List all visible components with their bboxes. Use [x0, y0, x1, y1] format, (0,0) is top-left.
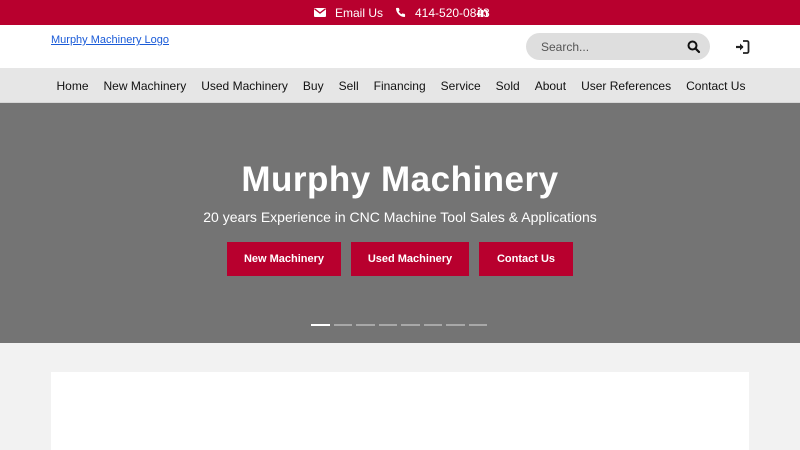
content-card [51, 372, 749, 450]
slider-dot-7[interactable] [446, 324, 465, 326]
nav-item-used-machinery[interactable]: Used Machinery [194, 68, 296, 103]
linkedin-label: in [477, 5, 489, 20]
nav-item-buy[interactable]: Buy [295, 68, 331, 103]
search-input[interactable] [526, 33, 676, 60]
nav-item-user-references[interactable]: User References [574, 68, 679, 103]
envelope-icon [314, 8, 326, 17]
slider-dot-6[interactable] [423, 324, 442, 326]
slider-dots [311, 324, 487, 326]
nav-item-about[interactable]: About [527, 68, 573, 103]
nav-item-service[interactable]: Service [433, 68, 488, 103]
slider-dot-8[interactable] [468, 324, 487, 326]
slider-dot-2[interactable] [333, 324, 352, 326]
slider-dot-4[interactable] [378, 324, 397, 326]
phone-link[interactable]: 414-520-0843 [395, 0, 490, 25]
nav-item-sold[interactable]: Sold [488, 68, 527, 103]
email-us-link[interactable]: Email Us [314, 0, 383, 25]
contact-us-button[interactable]: Contact Us [479, 242, 573, 276]
new-machinery-button[interactable]: New Machinery [227, 242, 341, 276]
hero-subtitle: 20 years Experience in CNC Machine Tool … [203, 209, 597, 225]
slider-dot-1[interactable] [311, 324, 330, 326]
nav-item-home[interactable]: Home [49, 68, 96, 103]
nav-item-contact-us[interactable]: Contact Us [679, 68, 753, 103]
linkedin-icon[interactable]: in [477, 0, 489, 25]
site-header: Murphy Machinery Logo [0, 25, 800, 68]
phone-icon [395, 7, 406, 18]
slider-dot-3[interactable] [356, 324, 375, 326]
slider-dot-5[interactable] [401, 324, 420, 326]
logo-link[interactable]: Murphy Machinery Logo [51, 34, 169, 46]
search-box [526, 33, 710, 60]
hero-title: Murphy Machinery [241, 160, 559, 199]
nav-item-sell[interactable]: Sell [331, 68, 366, 103]
top-contact-bar: Email Us 414-520-0843 in [0, 0, 800, 25]
email-us-label: Email Us [335, 5, 384, 20]
sign-in-icon[interactable] [734, 39, 750, 55]
used-machinery-button[interactable]: Used Machinery [351, 242, 469, 276]
nav-item-new-machinery[interactable]: New Machinery [96, 68, 194, 103]
main-nav: Home New Machinery Used Machinery Buy Se… [0, 68, 800, 103]
hero-banner: Murphy Machinery 20 years Experience in … [0, 103, 800, 343]
nav-item-financing[interactable]: Financing [366, 68, 433, 103]
search-icon[interactable] [686, 39, 702, 55]
